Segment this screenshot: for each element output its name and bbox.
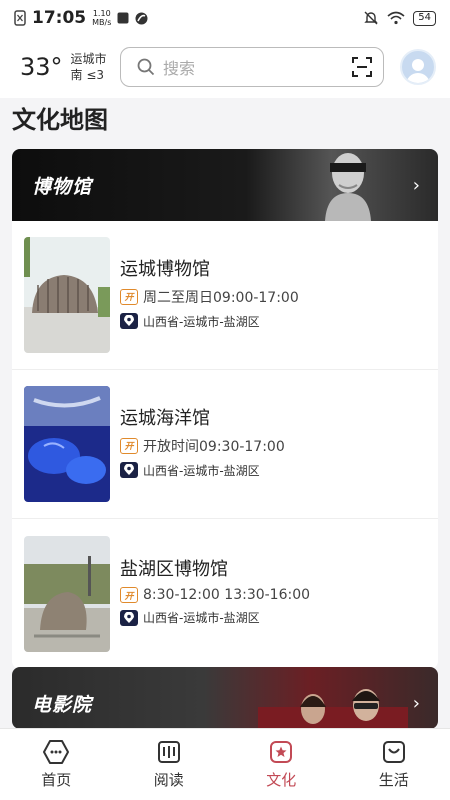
venue-photo bbox=[24, 535, 110, 652]
nav-life-label: 生活 bbox=[378, 771, 409, 789]
location-pin-icon bbox=[120, 609, 138, 626]
venue-photo bbox=[24, 237, 110, 353]
page-title: 文化地图 bbox=[12, 106, 108, 134]
status-time: 17:05 bbox=[32, 8, 87, 28]
temperature: 33° bbox=[20, 53, 63, 81]
location-pin-icon bbox=[120, 462, 138, 478]
weather-widget[interactable]: 33° 运城市 南 ≤3 bbox=[20, 51, 120, 83]
venue-item[interactable]: 运城博物馆 开 周二至周日09:00-17:00 山西省-运城市-盐湖区 bbox=[12, 221, 438, 370]
museum-more-chevron-icon[interactable]: › bbox=[413, 175, 420, 196]
movie-poster-image bbox=[258, 689, 408, 729]
life-bag-icon bbox=[382, 741, 405, 763]
mute-bell-icon bbox=[364, 11, 378, 25]
open-hours-icon: 开 bbox=[120, 437, 138, 454]
battery-indicator: 54 bbox=[413, 10, 436, 26]
open-hours-icon: 开 bbox=[120, 587, 138, 603]
nav-home-label: 首页 bbox=[41, 771, 72, 789]
nav-read[interactable]: 阅读 bbox=[113, 729, 226, 800]
venue-photo bbox=[24, 386, 110, 502]
search-bar[interactable]: 搜索 bbox=[120, 47, 384, 87]
venue-address: 山西省-运城市-盐湖区 bbox=[143, 611, 260, 625]
venue-item[interactable]: 盐湖区博物馆 开 8:30-12:00 13:30-16:00 山西省-运城市-… bbox=[12, 519, 438, 668]
book-icon bbox=[157, 741, 180, 763]
cinema-section: 电影院 › bbox=[12, 667, 438, 729]
status-bar: 17:05 1.10 MB/s 54 bbox=[0, 0, 450, 36]
weather-wind: 南 ≤3 bbox=[70, 68, 105, 82]
search-placeholder: 搜索 bbox=[163, 59, 196, 78]
app-notification-icon bbox=[135, 12, 148, 24]
venue-name: 盐湖区博物馆 bbox=[120, 559, 228, 580]
wifi-icon bbox=[387, 11, 405, 25]
statue-bust-image bbox=[325, 153, 371, 221]
bottom-nav: 首页 阅读 文化 生活 bbox=[0, 728, 450, 800]
location-pin-icon bbox=[120, 313, 138, 329]
network-speed: 1.10 MB/s bbox=[92, 9, 112, 27]
nav-culture[interactable]: 文化 bbox=[225, 729, 338, 800]
scan-icon[interactable] bbox=[351, 56, 373, 78]
nav-culture-label: 文化 bbox=[266, 771, 297, 789]
avatar[interactable] bbox=[400, 49, 436, 85]
search-icon bbox=[137, 58, 155, 76]
cinema-more-chevron-icon[interactable]: › bbox=[413, 693, 420, 714]
museum-section-title: 博物馆 bbox=[32, 175, 93, 198]
culture-star-icon bbox=[270, 741, 293, 763]
home-icon bbox=[43, 740, 70, 764]
venue-item[interactable]: 运城海洋馆 开 开放时间09:30-17:00 山西省-运城市-盐湖区 bbox=[12, 370, 438, 519]
venue-address: 山西省-运城市-盐湖区 bbox=[143, 463, 260, 478]
cinema-section-title: 电影院 bbox=[32, 693, 93, 716]
venue-name: 运城海洋馆 bbox=[120, 407, 210, 429]
venue-hours: 开放时间09:30-17:00 bbox=[143, 438, 285, 455]
cinema-section-header[interactable]: 电影院 › bbox=[12, 667, 438, 729]
museum-section: 博物馆 › 运城博物馆 开 周二至周日09:00-17:00 山西省-运城市-盐… bbox=[12, 149, 438, 669]
top-header: 33° 运城市 南 ≤3 搜索 bbox=[0, 36, 450, 98]
nav-read-label: 阅读 bbox=[153, 771, 184, 789]
open-hours-icon: 开 bbox=[120, 288, 138, 305]
venue-hours: 8:30-12:00 13:30-16:00 bbox=[143, 587, 311, 603]
notification-icon bbox=[117, 12, 129, 24]
venue-address: 山西省-运城市-盐湖区 bbox=[143, 314, 260, 329]
nav-life[interactable]: 生活 bbox=[338, 729, 450, 800]
sim-icon bbox=[14, 10, 26, 26]
nav-home[interactable]: 首页 bbox=[0, 729, 113, 800]
weather-city: 运城市 bbox=[70, 52, 107, 66]
museum-section-header[interactable]: 博物馆 › bbox=[12, 149, 438, 221]
venue-hours: 周二至周日09:00-17:00 bbox=[143, 289, 299, 306]
venue-name: 运城博物馆 bbox=[120, 258, 210, 280]
